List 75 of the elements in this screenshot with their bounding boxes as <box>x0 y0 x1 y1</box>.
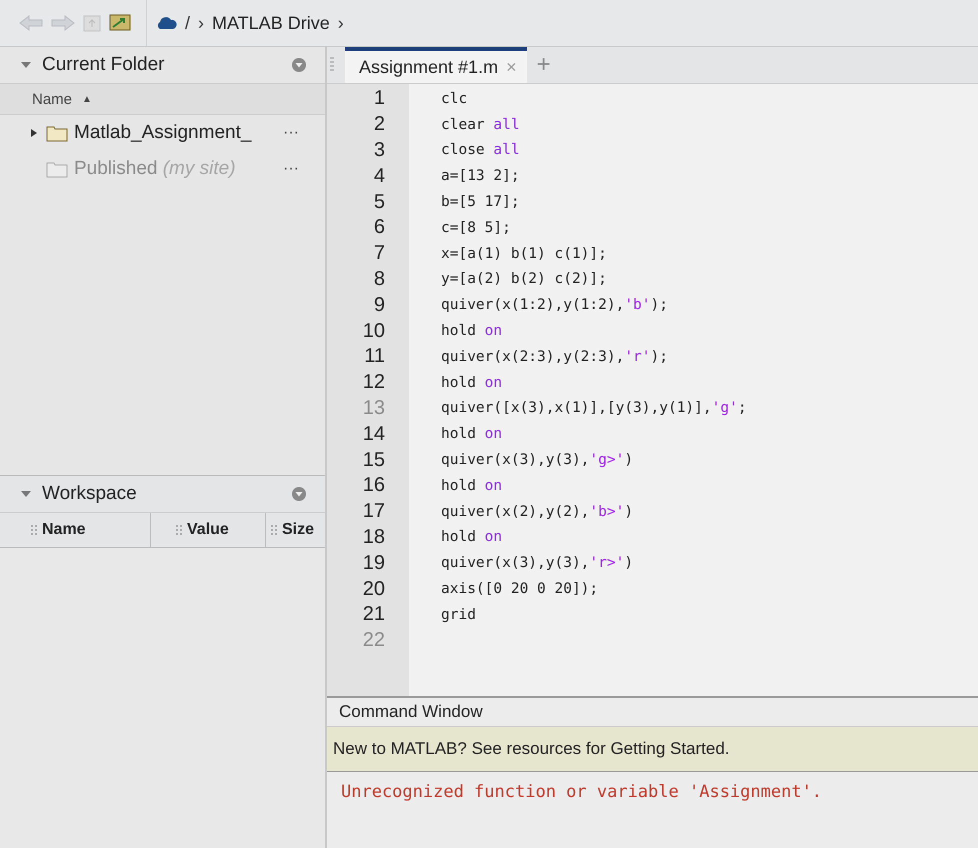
panel-options-icon[interactable] <box>291 486 307 502</box>
folder-icon <box>46 124 68 142</box>
code-line: quiver(x(2),y(2),'b>') <box>441 504 634 520</box>
line-number: 10 <box>362 320 385 343</box>
code-line: c=[8 5]; <box>441 220 511 236</box>
column-header[interactable]: Value <box>151 513 266 547</box>
code-line: clc <box>441 90 468 107</box>
panel-options-icon[interactable] <box>291 57 307 73</box>
line-number: 16 <box>362 474 385 498</box>
column-header[interactable]: Name <box>0 513 151 547</box>
line-number: 3 <box>372 138 385 162</box>
panel-title: Command Window <box>339 702 483 722</box>
line-number: 7 <box>372 242 385 266</box>
line-number: 20 <box>362 578 385 601</box>
line-number: 9 <box>372 294 385 317</box>
collapse-triangle-icon[interactable] <box>20 60 32 70</box>
line-number: 14 <box>362 422 385 446</box>
panel-title: Workspace <box>42 483 138 505</box>
folder-up-icon[interactable] <box>82 13 102 33</box>
editor-tab[interactable]: Assignment #1.m × <box>345 47 527 83</box>
line-number: 2 <box>372 113 385 136</box>
more-actions[interactable]: ··· <box>283 160 299 178</box>
code-line: quiver(x(3),y(3),'g>') <box>441 452 634 468</box>
drag-grip-icon[interactable] <box>270 524 278 536</box>
line-number: 13 <box>362 396 385 420</box>
folder-icon <box>46 160 68 178</box>
code-line: b=[5 17]; <box>441 194 520 210</box>
drag-grip-icon[interactable] <box>175 524 183 536</box>
code-line: quiver(x(3),y(3),'r>') <box>441 555 634 572</box>
path-arrow[interactable]: › <box>198 12 204 34</box>
drag-grip-icon[interactable] <box>30 524 38 536</box>
code-line: clear all <box>441 116 520 133</box>
path-separator: / <box>185 12 190 34</box>
code-line: hold on <box>441 529 502 546</box>
line-number: 8 <box>372 268 385 291</box>
column-header[interactable]: Name ▲ <box>0 84 325 115</box>
line-number: 15 <box>362 448 385 472</box>
code-line: close all <box>441 142 520 158</box>
line-number: 17 <box>362 500 385 524</box>
column-header[interactable]: Size <box>266 513 325 547</box>
code-line: hold on <box>441 374 502 391</box>
back-arrow-icon[interactable] <box>18 14 44 32</box>
drag-grip-icon[interactable] <box>329 56 335 74</box>
line-number: 12 <box>362 371 385 394</box>
expand-triangle-icon[interactable] <box>30 128 38 138</box>
code-line: quiver([x(3),x(1)],[y(3),y(1)],'g'; <box>441 400 747 416</box>
line-number: 1 <box>372 87 385 110</box>
folder-name[interactable]: Matlab_Assignment_ <box>74 122 252 144</box>
code-line: hold on <box>441 426 502 442</box>
code-line: grid <box>441 606 476 623</box>
line-number: 11 <box>363 345 385 368</box>
line-number: 6 <box>372 216 385 240</box>
code-line: x=[a(1) b(1) c(1)]; <box>441 246 607 262</box>
code-line: quiver(x(1:2),y(1:2),'b'); <box>441 297 668 314</box>
code-line: a=[13 2]; <box>441 168 520 184</box>
path-location[interactable]: MATLAB Drive <box>212 12 330 34</box>
code-line: hold on <box>441 323 502 340</box>
cloud-icon[interactable] <box>155 15 177 31</box>
code-line: quiver(x(2:3),y(2:3),'r'); <box>441 348 668 365</box>
more-actions[interactable]: ··· <box>283 124 299 142</box>
line-number: 22 <box>362 629 385 652</box>
code-line: y=[a(2) b(2) c(2)]; <box>441 271 607 288</box>
line-number: 5 <box>372 190 385 214</box>
info-banner: New to MATLAB? See resources for Getting Started. <box>327 726 978 772</box>
path-arrow[interactable]: › <box>338 12 344 34</box>
error-message: Unrecognized function or variable 'Assignment'. <box>341 782 824 802</box>
line-number: 21 <box>362 603 385 626</box>
line-number: 19 <box>362 552 385 575</box>
code-line: axis([0 20 0 20]); <box>441 581 598 598</box>
line-number: 4 <box>372 164 385 188</box>
forward-arrow-icon[interactable] <box>50 14 76 32</box>
collapse-triangle-icon[interactable] <box>20 489 32 499</box>
line-number: 18 <box>362 526 385 549</box>
panel-title: Current Folder <box>42 54 166 76</box>
code-line: hold on <box>441 478 502 494</box>
